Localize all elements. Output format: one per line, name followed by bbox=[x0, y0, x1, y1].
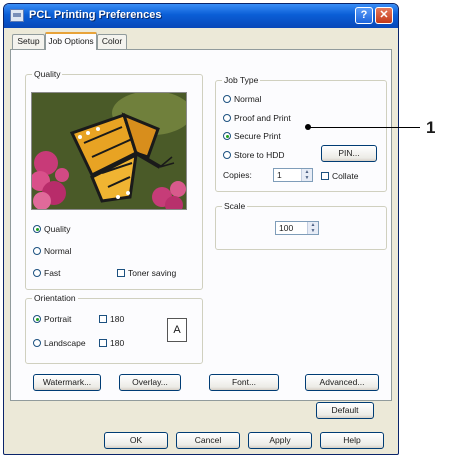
callout-line bbox=[308, 127, 420, 128]
quality-option-label: Quality bbox=[44, 224, 71, 234]
pin-button[interactable]: PIN... bbox=[321, 145, 377, 162]
tab-color[interactable]: Color bbox=[97, 34, 127, 49]
job-options-panel: Quality Quality Normal Fast Toner saving… bbox=[10, 49, 392, 401]
quality-preview-image bbox=[31, 92, 187, 210]
rotate-180-landscape-check[interactable] bbox=[99, 339, 107, 347]
close-button[interactable]: ✕ bbox=[375, 7, 393, 24]
radio-quality[interactable] bbox=[33, 225, 41, 233]
orientation-preview-icon: A bbox=[167, 318, 187, 342]
help-button[interactable]: Help bbox=[320, 432, 384, 449]
orientation-portrait[interactable]: Portrait bbox=[33, 314, 71, 324]
job-type-secure-print[interactable]: Secure Print bbox=[223, 131, 281, 141]
radio-store-to-hdd[interactable] bbox=[223, 151, 231, 159]
secure-print-label: Secure Print bbox=[234, 131, 281, 141]
advanced-button[interactable]: Advanced... bbox=[305, 374, 379, 391]
radio-landscape[interactable] bbox=[33, 339, 41, 347]
orientation-legend: Orientation bbox=[32, 293, 78, 303]
toner-saving-checkbox[interactable]: Toner saving bbox=[117, 268, 176, 278]
job-normal-label: Normal bbox=[234, 94, 262, 104]
radio-normal[interactable] bbox=[33, 247, 41, 255]
callout-number: 1 bbox=[426, 118, 436, 137]
tab-setup[interactable]: Setup bbox=[12, 34, 45, 49]
scale-legend: Scale bbox=[222, 201, 248, 211]
toner-saving-check[interactable] bbox=[117, 269, 125, 277]
toner-saving-label: Toner saving bbox=[128, 268, 177, 278]
collate-checkbox[interactable]: Collate bbox=[321, 171, 358, 181]
radio-job-normal[interactable] bbox=[223, 95, 231, 103]
radio-proof-and-print[interactable] bbox=[223, 114, 231, 122]
close-icon: ✕ bbox=[379, 9, 389, 21]
printing-preferences-window: PCL Printing Preferences ? ✕ Setup Job O… bbox=[3, 3, 399, 455]
watermark-button[interactable]: Watermark... bbox=[33, 374, 101, 391]
job-type-store-to-hdd[interactable]: Store to HDD bbox=[223, 150, 285, 160]
normal-option-label: Normal bbox=[44, 246, 72, 256]
font-button[interactable]: Font... bbox=[209, 374, 279, 391]
rotate-180-landscape-label: 180 bbox=[110, 338, 125, 348]
tab-job-options[interactable]: Job Options bbox=[45, 32, 97, 50]
quality-option-fast[interactable]: Fast bbox=[33, 268, 61, 278]
job-type-normal[interactable]: Normal bbox=[223, 94, 261, 104]
spin-down-icon[interactable]: ▼ bbox=[302, 175, 312, 181]
scale-spinner[interactable]: 100 ▲ ▼ bbox=[275, 221, 319, 235]
help-title-button[interactable]: ? bbox=[355, 7, 373, 24]
window-title: PCL Printing Preferences bbox=[29, 9, 162, 21]
copies-spinner[interactable]: 1 ▲ ▼ bbox=[273, 168, 313, 182]
orientation-landscape[interactable]: Landscape bbox=[33, 338, 86, 348]
spin-down-icon[interactable]: ▼ bbox=[308, 228, 318, 234]
butterfly-image bbox=[32, 93, 186, 209]
quality-option-normal[interactable]: Normal bbox=[33, 246, 71, 256]
copies-value[interactable]: 1 bbox=[274, 169, 301, 181]
apply-button[interactable]: Apply bbox=[248, 432, 312, 449]
job-type-legend: Job Type bbox=[222, 75, 261, 85]
copies-label: Copies: bbox=[223, 170, 252, 180]
scale-spin-arrows[interactable]: ▲ ▼ bbox=[307, 222, 318, 234]
rotate-180-portrait-label: 180 bbox=[110, 314, 125, 324]
landscape-label: Landscape bbox=[44, 338, 86, 348]
quality-option-quality[interactable]: Quality bbox=[33, 224, 70, 234]
cancel-button[interactable]: Cancel bbox=[176, 432, 240, 449]
ok-button[interactable]: OK bbox=[104, 432, 168, 449]
title-bar[interactable]: PCL Printing Preferences ? ✕ bbox=[4, 4, 398, 28]
radio-portrait[interactable] bbox=[33, 315, 41, 323]
job-type-proof-and-print[interactable]: Proof and Print bbox=[223, 113, 291, 123]
quality-legend: Quality bbox=[32, 69, 63, 79]
default-button[interactable]: Default bbox=[316, 402, 374, 419]
rotate-180-portrait-check[interactable] bbox=[99, 315, 107, 323]
radio-fast[interactable] bbox=[33, 269, 41, 277]
printer-icon bbox=[10, 9, 24, 22]
overlay-button[interactable]: Overlay... bbox=[119, 374, 181, 391]
portrait-label: Portrait bbox=[44, 314, 72, 324]
fast-option-label: Fast bbox=[44, 268, 61, 278]
radio-secure-print[interactable] bbox=[223, 132, 231, 140]
question-icon: ? bbox=[360, 9, 368, 21]
store-to-hdd-label: Store to HDD bbox=[234, 150, 285, 160]
proof-and-print-label: Proof and Print bbox=[234, 113, 291, 123]
collate-label: Collate bbox=[332, 171, 359, 181]
rotate-180-portrait[interactable]: 180 bbox=[99, 314, 124, 324]
collate-check[interactable] bbox=[321, 172, 329, 180]
copies-spin-arrows[interactable]: ▲ ▼ bbox=[301, 169, 312, 181]
rotate-180-landscape[interactable]: 180 bbox=[99, 338, 124, 348]
scale-value[interactable]: 100 bbox=[276, 222, 307, 234]
